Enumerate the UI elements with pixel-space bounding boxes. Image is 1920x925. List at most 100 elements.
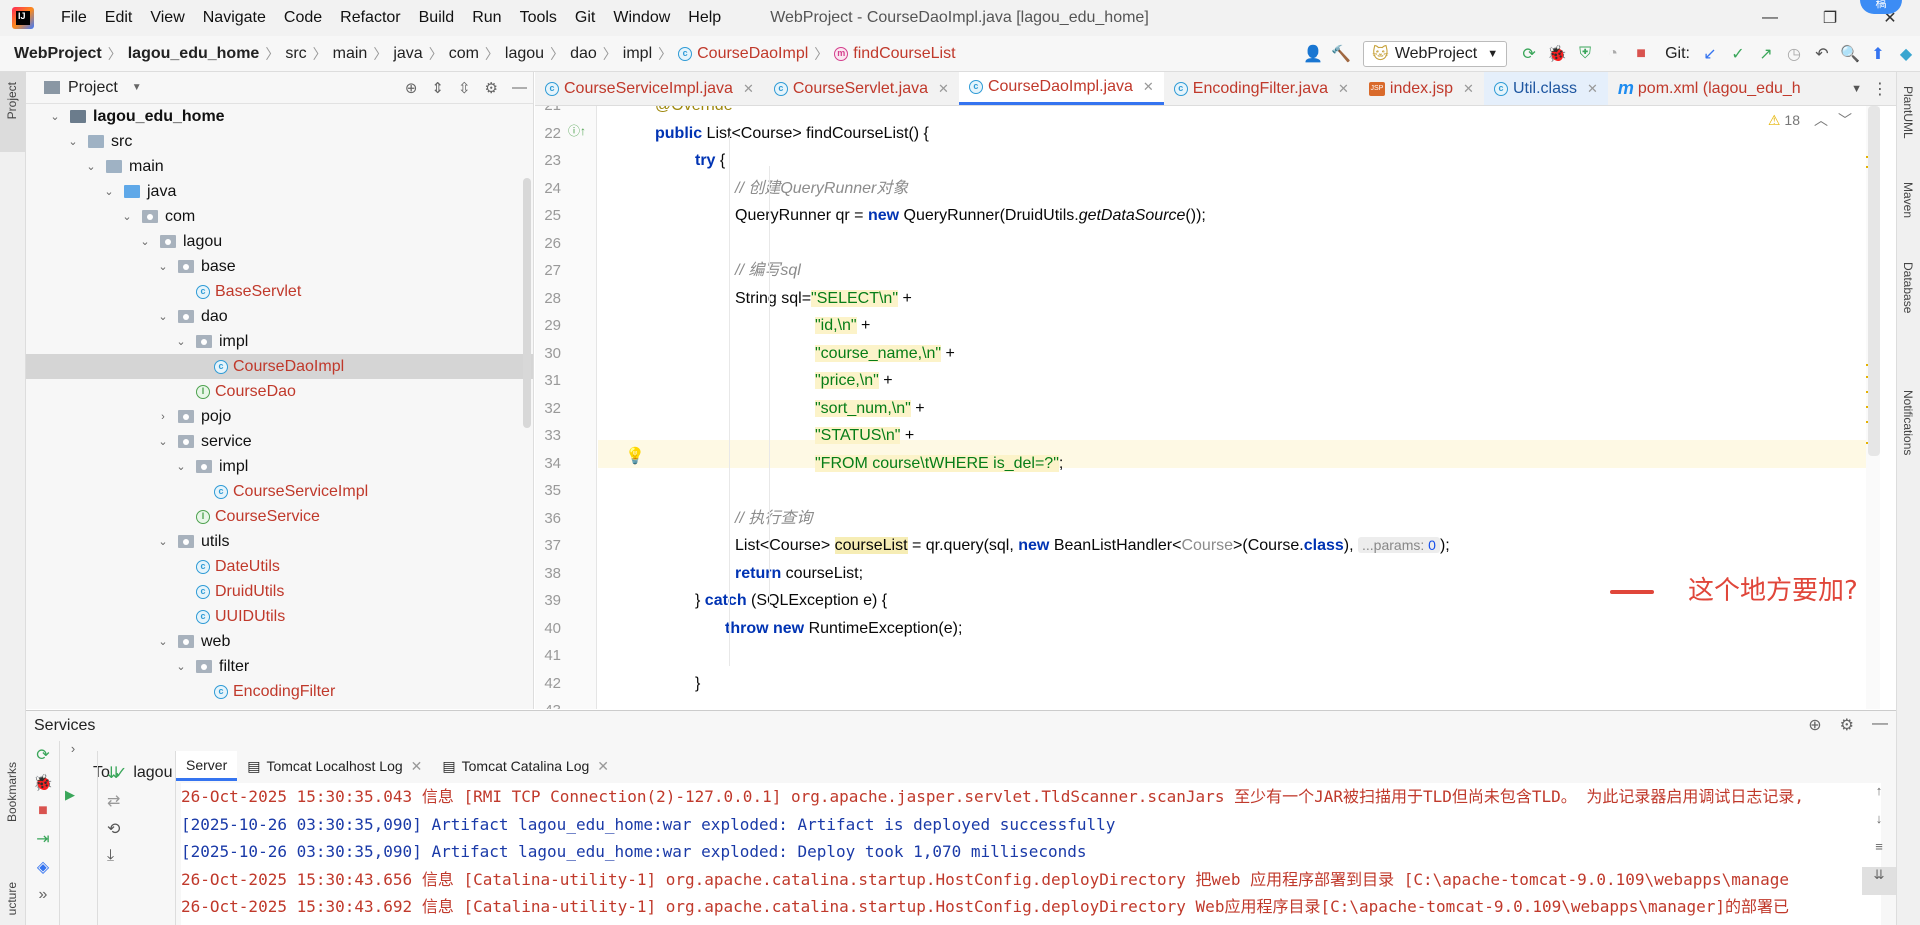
chevron-down-icon[interactable]: ⌄ [138, 235, 152, 248]
debug-icon[interactable]: 🐞 [26, 769, 60, 797]
editor-scroll-thumb[interactable] [1868, 106, 1880, 456]
soft-wrap-icon[interactable]: ≡ [1862, 839, 1896, 867]
chevron-down-icon[interactable]: ▼ [132, 82, 142, 93]
rollback-icon[interactable]: ↶ [1808, 40, 1836, 68]
structure-tool-label[interactable]: ucture [5, 882, 19, 915]
chevron-down-icon[interactable]: ⌄ [66, 135, 80, 148]
arrow-up-icon[interactable]: ↑ [1862, 783, 1896, 811]
breadcrumb-module[interactable]: lagou_edu_home [128, 45, 260, 63]
tree-item[interactable]: ⌄ web [26, 629, 533, 654]
restore-icon[interactable]: ❐ [1800, 0, 1860, 36]
breadcrumb-src[interactable]: src [285, 45, 306, 63]
close-icon[interactable]: ✕ [1143, 79, 1154, 95]
menu-window[interactable]: Window [604, 0, 679, 36]
rerun-icon[interactable]: ⟳ [26, 741, 60, 769]
tree-item[interactable]: ⌄ lagou_edu_home [26, 104, 533, 129]
locate-icon[interactable]: ⊕ [405, 79, 418, 97]
chevron-down-icon[interactable]: ⌄ [156, 260, 170, 273]
minimize-icon[interactable]: — [1740, 0, 1800, 36]
history-icon[interactable]: ◷ [1780, 40, 1808, 68]
chevron-down-icon[interactable]: ⌄ [174, 335, 188, 348]
tree-scrollbar[interactable] [523, 178, 531, 428]
tree-item[interactable]: c EncodingFilter [26, 679, 533, 704]
tree-item[interactable]: › pojo [26, 404, 533, 429]
chevron-down-icon[interactable]: ⌄ [174, 660, 188, 673]
menu-navigate[interactable]: Navigate [194, 0, 275, 36]
plantuml-tool-label[interactable]: PlantUML [1901, 86, 1915, 139]
menu-view[interactable]: View [141, 0, 193, 36]
jetbrains-toolbox-icon[interactable]: ◆ [1892, 40, 1920, 68]
tree-item[interactable]: c CourseDaoImpl [26, 354, 533, 379]
close-icon[interactable]: ✕ [938, 81, 949, 97]
chevron-down-icon[interactable]: ⌄ [84, 160, 98, 173]
menu-help[interactable]: Help [679, 0, 730, 36]
build-hammer-icon[interactable]: 🔨 [1327, 40, 1355, 68]
tree-item[interactable]: c BaseServlet [26, 279, 533, 304]
chevron-down-icon[interactable]: ﹀ [1838, 110, 1852, 130]
stop-icon[interactable]: ■ [26, 797, 60, 825]
chevron-down-icon[interactable]: ⌄ [48, 110, 62, 123]
git-commit-icon[interactable]: ✓ [1724, 40, 1752, 68]
chevron-down-icon[interactable]: ⌄ [156, 310, 170, 323]
breadcrumb-method[interactable]: m findCourseList [834, 45, 956, 63]
menu-run[interactable]: Run [463, 0, 510, 36]
breadcrumb-impl[interactable]: impl [623, 45, 652, 63]
user-icon[interactable]: 👤 [1299, 40, 1327, 68]
breadcrumb-dao[interactable]: dao [570, 45, 597, 63]
tree-item[interactable]: c DateUtils [26, 554, 533, 579]
tab-index-jsp[interactable]: JSP index.jsp ✕ [1359, 72, 1484, 105]
locate-icon[interactable]: ⊕ [1808, 715, 1821, 735]
tab-catalina-log[interactable]: ▤ Tomcat Catalina Log ✕ [432, 751, 619, 781]
chevron-down-icon[interactable]: ⌄ [156, 635, 170, 648]
project-panel-title[interactable]: Project [68, 79, 118, 97]
close-icon[interactable]: ✕ [597, 758, 609, 775]
deploy-icon[interactable]: ⇥ [26, 825, 60, 853]
tree-item[interactable]: ⌄ src [26, 129, 533, 154]
tab-courseservlet[interactable]: c CourseServlet.java ✕ [764, 72, 959, 105]
chevron-down-icon[interactable]: ⌄ [102, 185, 116, 198]
tab-localhost-log[interactable]: ▤ Tomcat Localhost Log ✕ [237, 751, 432, 781]
chevron-down-icon[interactable]: ⌄ [156, 435, 170, 448]
warnings-indicator[interactable]: ⚠ 18 ︿ ﹀ [1768, 110, 1852, 130]
menu-build[interactable]: Build [410, 0, 464, 36]
chevron-right-icon[interactable]: › [156, 411, 170, 423]
close-icon[interactable]: ✕ [411, 758, 423, 775]
console-output[interactable]: 26-Oct-2025 15:30:35.043 信息 [RMI TCP Con… [181, 783, 1881, 925]
run-configuration-select[interactable]: 🐱 WebProject ▼ [1363, 41, 1508, 67]
tree-item[interactable]: ⌄ utils [26, 529, 533, 554]
arrow-down-icon[interactable]: ↓ [1862, 811, 1896, 839]
close-icon[interactable]: ✕ [1587, 81, 1598, 97]
chevron-up-icon[interactable]: ︿ [1814, 110, 1828, 130]
breadcrumb-project[interactable]: WebProject [14, 45, 102, 63]
redeploy-icon[interactable]: ⇊ [107, 763, 120, 783]
editor-gutter[interactable]: 21 22 23 24 25 26 27 28 29 30 31 32 33 34 35 36 37 38 39 40… [535, 106, 597, 709]
tab-encodingfilter[interactable]: c EncodingFilter.java ✕ [1164, 72, 1359, 105]
tree-item[interactable]: ⌄ lagou [26, 229, 533, 254]
run-icon[interactable]: ▶ [65, 787, 75, 803]
update-icon[interactable]: ⬆ [1864, 40, 1892, 68]
tree-item[interactable]: ⌄ impl [26, 329, 533, 354]
tree-item[interactable]: ⌄ base [26, 254, 533, 279]
rerun-icon[interactable]: ⟳ [1515, 40, 1543, 68]
database-tool-label[interactable]: Database [1901, 262, 1915, 313]
menu-tools[interactable]: Tools [511, 0, 566, 36]
profiler-icon[interactable]: ◔ [1599, 40, 1627, 68]
gear-icon[interactable]: ⚙ [485, 79, 498, 97]
breadcrumb-java[interactable]: java [393, 45, 422, 63]
breadcrumb-main[interactable]: main [333, 45, 368, 63]
tab-coursedaoimpl[interactable]: c CourseDaoImpl.java ✕ [958, 72, 1164, 105]
stop-icon[interactable]: ■ [1627, 40, 1655, 68]
close-icon[interactable]: ✕ [743, 81, 754, 97]
search-icon[interactable]: 🔍 [1836, 40, 1864, 68]
bookmarks-tool-label[interactable]: Bookmarks [5, 762, 19, 822]
close-icon[interactable]: ✕ [1338, 81, 1349, 97]
expand-all-icon[interactable]: ⇕ [431, 79, 444, 97]
tree-item[interactable]: ⌄ main [26, 154, 533, 179]
tree-item[interactable]: c DruidUtils [26, 579, 533, 604]
expand-tree-icon[interactable]: › [61, 741, 85, 761]
chevron-down-icon[interactable]: ⌄ [156, 535, 170, 548]
tree-item[interactable]: ⌄ com [26, 204, 533, 229]
maven-tool-label[interactable]: Maven [1901, 182, 1915, 218]
tree-item[interactable]: ⌄ impl [26, 454, 533, 479]
more-icon[interactable]: ⋮ [1872, 79, 1888, 99]
